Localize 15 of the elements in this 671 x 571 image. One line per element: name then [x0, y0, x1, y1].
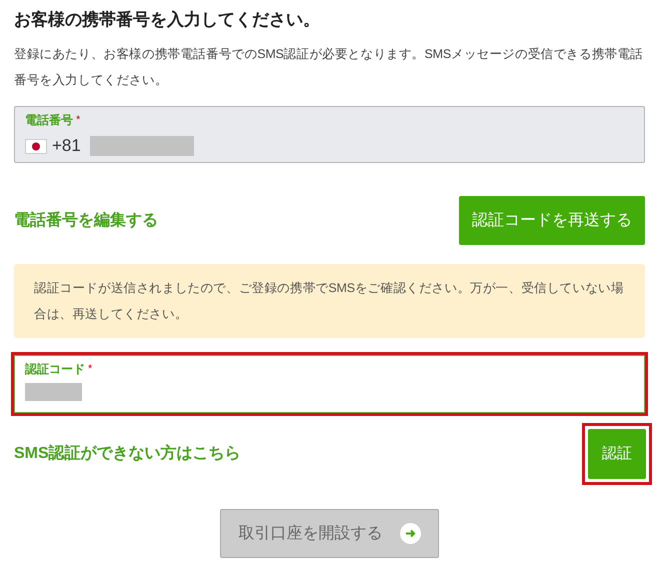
page-heading: お客様の携帯番号を入力してください。 — [14, 9, 321, 31]
required-mark: * — [88, 364, 92, 374]
verify-button[interactable]: 認証 — [588, 429, 646, 479]
country-code: +81 — [52, 135, 81, 158]
field-label: 認証コード — [25, 361, 85, 378]
sms-help-link[interactable]: SMS認証ができない方はこちら — [14, 442, 241, 466]
resend-code-button[interactable]: 認証コードを再送する — [459, 196, 645, 245]
edit-phone-link[interactable]: 電話番号を編集する — [14, 208, 158, 232]
flag-icon — [25, 138, 47, 154]
required-mark: * — [76, 114, 80, 126]
description-text: 登録にあたり、お客様の携帯電話番号でのSMS認証が必要となります。SMSメッセージの受信できる携帯電話番号を入力してください。 — [14, 46, 644, 89]
field-label: 電話番号 — [25, 112, 73, 129]
code-input-field[interactable]: 認証コード * — [14, 355, 645, 413]
notice-message: 認証コードが送信されましたので、ご登録の携帯でSMSをご確認ください。万が一、受信していない場合は、再送してください。 — [14, 264, 645, 338]
arrow-right-icon — [400, 523, 420, 544]
